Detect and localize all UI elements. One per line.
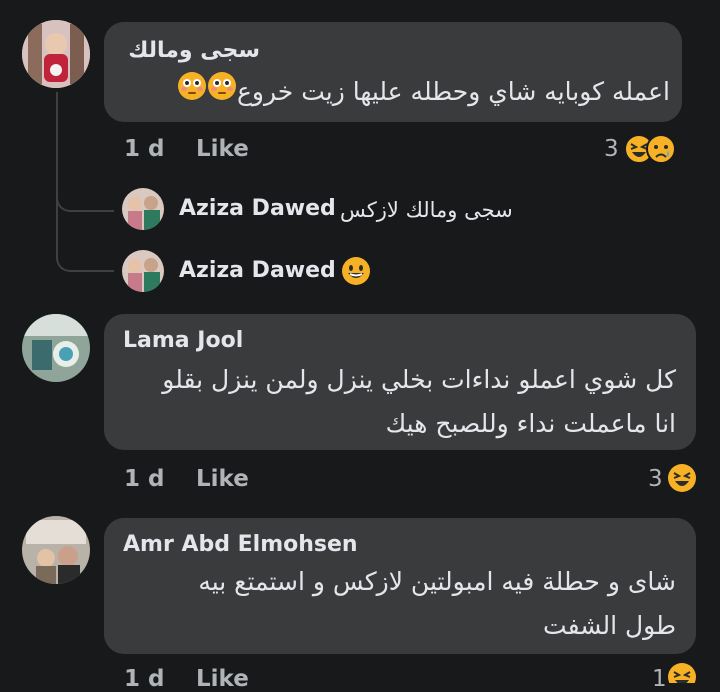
flushed-face-icon <box>207 71 237 115</box>
comment-time[interactable]: 1 d <box>124 666 164 692</box>
reaction-count[interactable]: 3 <box>604 136 619 162</box>
comment-author[interactable]: سجى ومالك <box>128 38 260 63</box>
like-button[interactable]: Like <box>196 466 249 492</box>
grinning-squinting-face-icon <box>667 463 697 497</box>
grinning-face-icon <box>341 256 371 290</box>
flushed-face-icon <box>177 71 207 115</box>
reaction-count[interactable]: 3 <box>648 466 663 492</box>
comment-text-line: كل شوي اعملو نداءات بخلي ينزل ولمن ينزل … <box>162 365 676 394</box>
grinning-squinting-face-icon <box>667 662 697 691</box>
comment-text: اعمله كوبايه شاي وحطله عليها زيت خروع <box>177 70 670 115</box>
like-button[interactable]: Like <box>196 666 249 692</box>
avatar[interactable] <box>122 250 164 292</box>
thread-branch <box>56 210 114 272</box>
avatar[interactable] <box>22 314 90 382</box>
thread-branch <box>56 180 114 212</box>
sad-face-icon <box>646 134 676 168</box>
comment-time[interactable]: 1 d <box>124 136 164 162</box>
comment-author[interactable]: Amr Abd Elmohsen <box>123 532 358 557</box>
reply-author[interactable]: Aziza Dawed <box>179 196 336 221</box>
avatar[interactable] <box>22 516 90 584</box>
comment-text-line: شاى و حطلة فيه امبولتين لازكس و استمتع ب… <box>198 567 676 596</box>
comment-text-line: طول الشفت <box>543 611 676 640</box>
comment-text-line: انا ماعملت نداء وللصبح هيك <box>385 409 676 438</box>
reply-author[interactable]: Aziza Dawed <box>179 258 336 283</box>
like-button[interactable]: Like <box>196 136 249 162</box>
comment-time[interactable]: 1 d <box>124 466 164 492</box>
avatar[interactable] <box>22 20 90 88</box>
reaction-count[interactable]: 1 <box>652 666 667 692</box>
reply-text: سجى ومالك لازكس <box>340 198 513 222</box>
avatar[interactable] <box>122 188 164 230</box>
comment-author[interactable]: Lama Jool <box>123 328 243 353</box>
comment-text-body: اعمله كوبايه شاي وحطله عليها زيت خروع <box>237 77 670 106</box>
